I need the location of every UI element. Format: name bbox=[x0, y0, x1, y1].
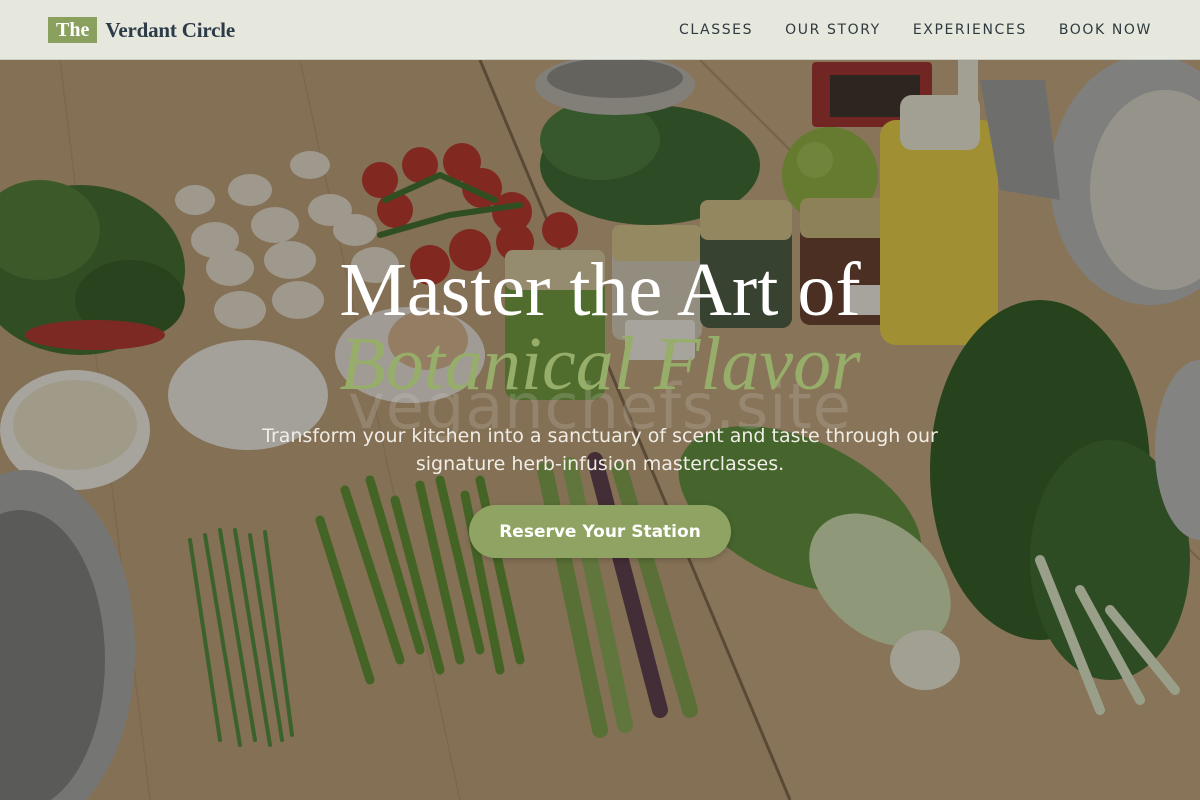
reserve-station-button[interactable]: Reserve Your Station bbox=[469, 505, 731, 558]
hero-title: Master the Art of bbox=[339, 248, 861, 332]
landing-page: The Verdant Circle CLASSES OUR STORY EXP… bbox=[0, 0, 1200, 800]
nav-link-experiences[interactable]: EXPERIENCES bbox=[913, 22, 1027, 38]
logo[interactable]: The Verdant Circle bbox=[48, 17, 235, 43]
hero-title-accent: Botanical Flavor bbox=[339, 322, 861, 406]
hero-section: veganchefs.site Master the Art of Botani… bbox=[0, 0, 1200, 800]
hero-subtitle: Transform your kitchen into a sanctuary … bbox=[262, 425, 938, 475]
logo-name: Verdant Circle bbox=[105, 17, 235, 42]
nav-link-our-story[interactable]: OUR STORY bbox=[785, 22, 881, 38]
logo-badge: The bbox=[48, 17, 98, 43]
nav-link-book-now[interactable]: BOOK NOW bbox=[1059, 22, 1152, 38]
nav-link-classes[interactable]: CLASSES bbox=[679, 22, 753, 38]
site-header: The Verdant Circle CLASSES OUR STORY EXP… bbox=[0, 0, 1200, 60]
main-nav: CLASSES OUR STORY EXPERIENCES BOOK NOW bbox=[679, 0, 1152, 60]
